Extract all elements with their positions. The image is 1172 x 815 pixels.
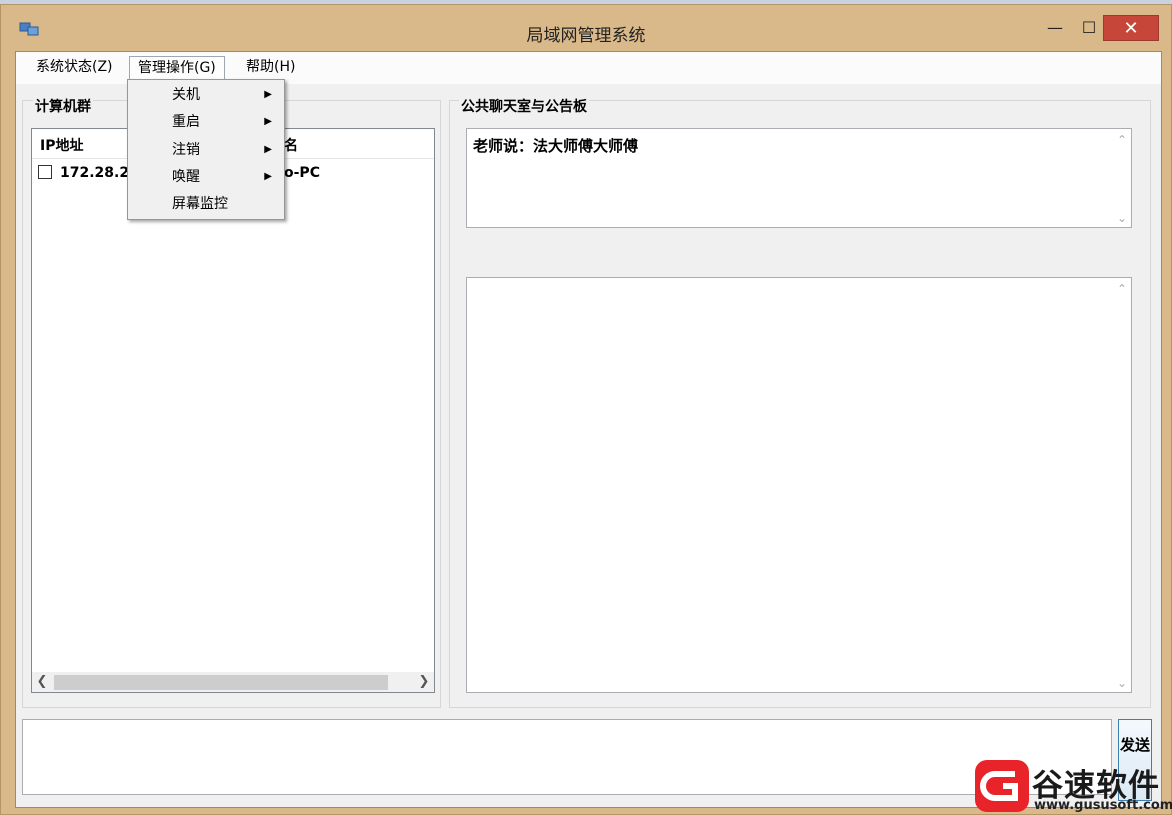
menu-item-label: 重启 (172, 114, 200, 130)
maximize-button[interactable]: ☐ (1075, 15, 1103, 41)
table-row[interactable]: 172.28.28 o-PC (38, 165, 320, 185)
menu-item-shutdown[interactable]: 关机 ▶ (128, 82, 284, 108)
menu-item-label: 屏幕监控 (172, 196, 228, 212)
message-input[interactable] (22, 719, 1112, 795)
close-button[interactable]: ✕ (1103, 15, 1159, 41)
scroll-left-icon[interactable]: ❮ (32, 672, 52, 692)
notice-board[interactable]: 老师说：法大师傅大师傅 ⌃ ⌄ (466, 128, 1132, 228)
gusu-logo-icon (975, 760, 1029, 812)
menu-system-status[interactable]: 系统状态(Z) (28, 56, 121, 80)
menu-item-label: 关机 (172, 87, 200, 103)
window-title: 局域网管理系统 (526, 26, 646, 46)
menu-management[interactable]: 管理操作(G) (129, 56, 225, 80)
column-ip[interactable]: IP地址 (40, 135, 83, 155)
scroll-right-icon[interactable]: ❯ (414, 672, 434, 692)
scroll-up-icon[interactable]: ⌃ (1117, 133, 1127, 147)
title-bar[interactable]: 局域网管理系统 — ☐ ✕ (1, 5, 1171, 46)
menu-item-screen-monitor[interactable]: 屏幕监控 (128, 191, 284, 217)
column-name[interactable]: 名 (284, 135, 298, 155)
menu-item-wake[interactable]: 唤醒 ▶ (128, 164, 284, 190)
scroll-down-icon[interactable]: ⌄ (1117, 676, 1127, 690)
menu-item-logoff[interactable]: 注销 ▶ (128, 137, 284, 163)
chat-group-title: 公共聊天室与公告板 (459, 96, 589, 116)
submenu-arrow-icon: ▶ (264, 171, 272, 182)
row-checkbox[interactable] (38, 165, 52, 179)
notice-text: 老师说：法大师傅大师傅 (473, 137, 639, 155)
menu-item-label: 唤醒 (172, 169, 200, 185)
row-name: o-PC (284, 165, 320, 181)
menu-item-label: 注销 (172, 142, 200, 158)
scroll-up-icon[interactable]: ⌃ (1117, 282, 1127, 296)
scroll-down-icon[interactable]: ⌄ (1117, 211, 1127, 225)
submenu-arrow-icon: ▶ (264, 116, 272, 127)
minimize-button[interactable]: — (1041, 15, 1069, 41)
menu-item-restart[interactable]: 重启 ▶ (128, 109, 284, 135)
scroll-thumb[interactable] (54, 675, 388, 690)
management-dropdown: 关机 ▶ 重启 ▶ 注销 ▶ 唤醒 ▶ 屏幕监控 (127, 79, 285, 220)
chat-messages[interactable]: ⌃ ⌄ (466, 277, 1132, 693)
menu-help[interactable]: 帮助(H) (238, 56, 303, 80)
horizontal-scrollbar[interactable]: ❮ ❯ (32, 672, 434, 692)
watermark-url: www.gususoft.com (1034, 798, 1172, 813)
computer-group-title: 计算机群 (33, 96, 93, 116)
submenu-arrow-icon: ▶ (264, 144, 272, 155)
submenu-arrow-icon: ▶ (264, 89, 272, 100)
